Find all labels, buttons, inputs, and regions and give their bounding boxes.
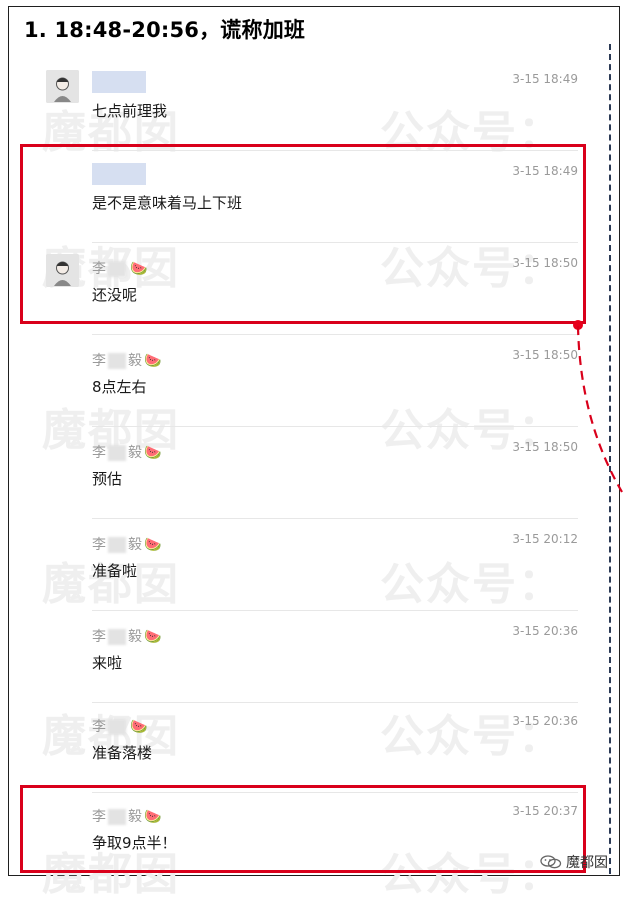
wechat-icon xyxy=(540,855,562,869)
connector-curve xyxy=(576,325,623,493)
footer-brand-label: 魔都囡 xyxy=(566,855,608,871)
footer-brand: 魔都囡 xyxy=(540,852,608,872)
